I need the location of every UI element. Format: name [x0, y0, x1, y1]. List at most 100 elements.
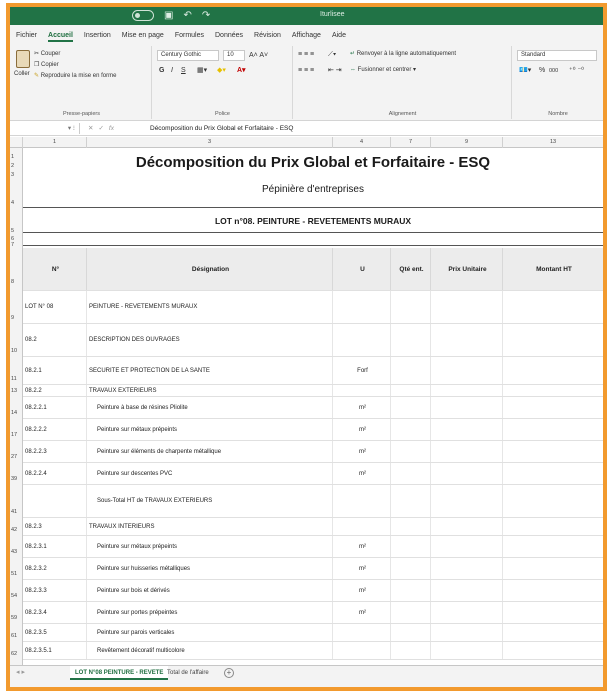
column-header[interactable]: 9	[431, 137, 503, 148]
row-number[interactable]: 7	[11, 242, 14, 248]
cell-prix-unitaire[interactable]	[431, 580, 503, 601]
format-painter-button[interactable]: ✎ Reproduire la mise en forme	[34, 72, 116, 81]
cell-numero[interactable]: 08.2.2.2	[23, 419, 87, 440]
add-sheet-icon[interactable]: +	[224, 668, 234, 678]
cell-numero[interactable]	[23, 485, 87, 517]
cell-designation[interactable]: Peinture sur bois et dérivés	[87, 580, 333, 601]
cell-montant[interactable]	[503, 580, 603, 601]
font-color-icon[interactable]: A▾	[237, 66, 246, 75]
row-number[interactable]: 3	[11, 172, 14, 178]
menu-formules[interactable]: Formules	[175, 32, 204, 42]
orientation-icon[interactable]: ⟋▾	[328, 50, 336, 59]
cell-designation[interactable]: Peinture sur portes prépeintes	[87, 602, 333, 623]
cell-prix-unitaire[interactable]	[431, 397, 503, 418]
cell-numero[interactable]: 08.2.3.2	[23, 558, 87, 579]
cell-montant[interactable]	[503, 624, 603, 641]
number-format-select[interactable]: Standard	[517, 50, 597, 61]
increase-font-icon[interactable]: A˄ A˅	[249, 51, 268, 60]
cell-prix-unitaire[interactable]	[431, 624, 503, 641]
autosave-toggle[interactable]	[132, 10, 154, 21]
cell-unite[interactable]: m²	[333, 463, 391, 484]
cell-designation[interactable]: TRAVAUX EXTERIEURS	[87, 385, 333, 396]
cell-numero[interactable]: 08.2.2.4	[23, 463, 87, 484]
row-number[interactable]: 59	[11, 615, 17, 621]
cell-quantite[interactable]	[391, 291, 431, 323]
cell-montant[interactable]	[503, 602, 603, 623]
cell-numero[interactable]: 08.2.3	[23, 518, 87, 535]
fx-icon[interactable]: fx	[109, 125, 114, 132]
bold-button[interactable]: G	[159, 66, 164, 75]
cell-numero[interactable]: 08.2.2.1	[23, 397, 87, 418]
cell-unite[interactable]: m²	[333, 441, 391, 462]
tab-scroll-icon[interactable]: ◂ ▸	[16, 668, 25, 676]
cell-numero[interactable]: 08.2.2	[23, 385, 87, 396]
row-number[interactable]: 5	[11, 228, 14, 234]
cell-designation[interactable]: DESCRIPTION DES OUVRAGES	[87, 324, 333, 356]
cell-unite[interactable]	[333, 485, 391, 517]
row-number[interactable]: 13	[11, 388, 17, 394]
row-number[interactable]: 27	[11, 454, 17, 460]
cell-montant[interactable]	[503, 291, 603, 323]
row-number[interactable]: 11	[11, 376, 17, 382]
cell-prix-unitaire[interactable]	[431, 324, 503, 356]
cell-montant[interactable]	[503, 485, 603, 517]
cell-quantite[interactable]	[391, 324, 431, 356]
align-top-icon[interactable]: ≡ ≡ ≡	[298, 50, 314, 59]
cell-montant[interactable]	[503, 385, 603, 396]
cell-quantite[interactable]	[391, 580, 431, 601]
cell-montant[interactable]	[503, 536, 603, 557]
menu-donnees[interactable]: Données	[215, 32, 243, 42]
header-prix-unitaire[interactable]: Prix Unitaire	[431, 248, 503, 290]
cell-quantite[interactable]	[391, 419, 431, 440]
cell-montant[interactable]	[503, 558, 603, 579]
cell-designation[interactable]: Peinture sur huisseries métalliques	[87, 558, 333, 579]
cell-designation[interactable]: Peinture sur métaux prépeints	[87, 419, 333, 440]
formula-input[interactable]: Décomposition du Prix Global et Forfaita…	[150, 123, 293, 134]
sheet-tab-total[interactable]: Total de l'affaire	[162, 666, 214, 680]
cell-unite[interactable]	[333, 642, 391, 659]
row-number[interactable]: 10	[11, 348, 17, 354]
cell-numero[interactable]: 08.2.1	[23, 357, 87, 384]
cell-unite[interactable]	[333, 518, 391, 535]
percent-button[interactable]: %	[539, 66, 545, 75]
column-header[interactable]: 13	[503, 137, 603, 148]
cell-prix-unitaire[interactable]	[431, 558, 503, 579]
cell-numero[interactable]: 08.2.3.5	[23, 624, 87, 641]
cell-designation[interactable]: Sous-Total HT de TRAVAUX EXTERIEURS	[87, 485, 333, 517]
column-header[interactable]: 1	[23, 137, 87, 148]
cell-prix-unitaire[interactable]	[431, 536, 503, 557]
row-number[interactable]: 43	[11, 549, 17, 555]
cell-unite[interactable]: m²	[333, 602, 391, 623]
undo-icon[interactable]: ↶	[183, 10, 191, 21]
cell-prix-unitaire[interactable]	[431, 357, 503, 384]
cut-button[interactable]: ✂ Couper	[34, 50, 60, 59]
menu-accueil[interactable]: Accueil	[48, 32, 73, 42]
cell-designation[interactable]: Peinture sur parois verticales	[87, 624, 333, 641]
fill-color-icon[interactable]: ◆▾	[217, 66, 226, 75]
cell-prix-unitaire[interactable]	[431, 485, 503, 517]
thousands-button[interactable]: 000	[549, 67, 558, 76]
header-montant-ht[interactable]: Montant HT	[503, 248, 603, 290]
cell-prix-unitaire[interactable]	[431, 642, 503, 659]
cell-prix-unitaire[interactable]	[431, 419, 503, 440]
cell-numero[interactable]: 08.2.3.1	[23, 536, 87, 557]
cell-quantite[interactable]	[391, 385, 431, 396]
cell-quantite[interactable]	[391, 558, 431, 579]
cell-quantite[interactable]	[391, 463, 431, 484]
cell-designation[interactable]: Peinture sur éléments de charpente métal…	[87, 441, 333, 462]
cell-quantite[interactable]	[391, 397, 431, 418]
cell-designation[interactable]: Revêtement décoratif multicolore	[87, 642, 333, 659]
header-designation[interactable]: Désignation	[87, 248, 333, 290]
column-header[interactable]: 3	[87, 137, 333, 148]
cell-montant[interactable]	[503, 463, 603, 484]
row-number[interactable]: 51	[11, 571, 17, 577]
cell-quantite[interactable]	[391, 441, 431, 462]
column-header[interactable]: 4	[333, 137, 391, 148]
save-icon[interactable]: ▣	[164, 10, 173, 21]
row-number[interactable]: 39	[11, 476, 17, 482]
cell-numero[interactable]: 08.2.3.4	[23, 602, 87, 623]
cell-quantite[interactable]	[391, 536, 431, 557]
merge-center-button[interactable]: ⇔ Fusionner et centrer ▾	[350, 66, 416, 75]
currency-icon[interactable]: 💶▾	[519, 66, 531, 75]
font-size-select[interactable]: 10	[223, 50, 245, 61]
